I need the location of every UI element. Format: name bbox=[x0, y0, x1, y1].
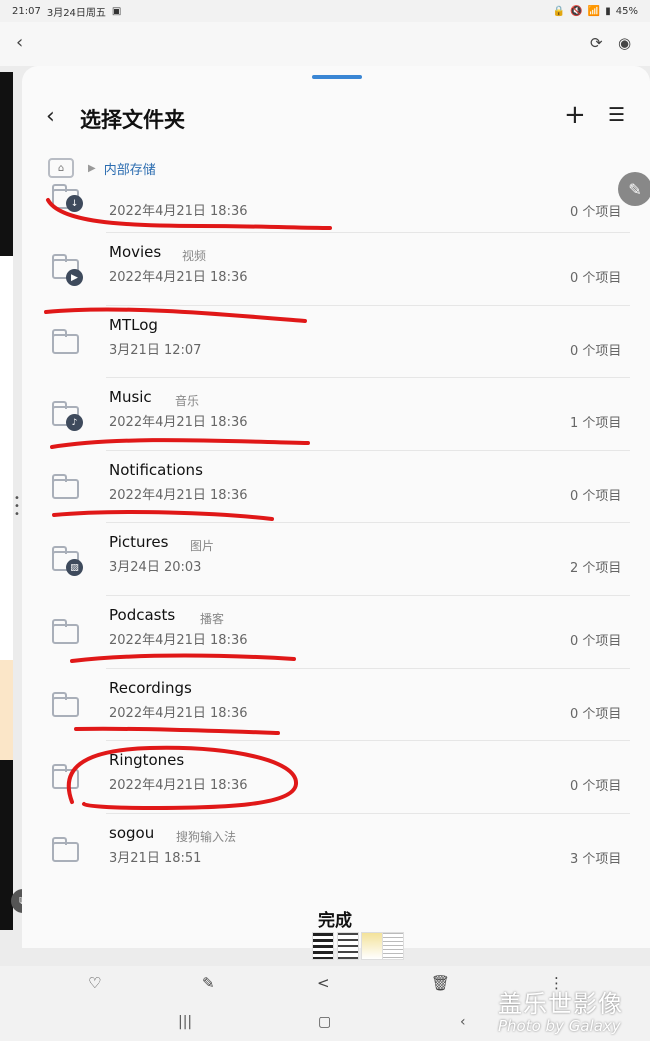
thumbnail[interactable] bbox=[312, 932, 334, 960]
list-item[interactable]: ▶ Movies 视频 2022年4月21日 18:36 0 个项目 bbox=[22, 233, 650, 306]
folder-count: 0 个项目 bbox=[570, 343, 622, 359]
thumbnail[interactable] bbox=[361, 932, 383, 960]
watermark-sub: Photo by Galaxy bbox=[498, 1017, 621, 1035]
done-button[interactable]: 完成 bbox=[318, 906, 352, 931]
folder-icon bbox=[52, 764, 79, 790]
thumbnail[interactable] bbox=[382, 932, 404, 960]
folder-date: 3月21日 12:07 bbox=[109, 342, 202, 358]
folder-icon bbox=[52, 473, 79, 499]
lock-icon: 🔒 bbox=[552, 5, 566, 17]
download-icon: ↓ bbox=[66, 195, 83, 212]
folder-name: MTLog bbox=[109, 315, 158, 334]
heart-icon[interactable]: ♡ bbox=[88, 974, 101, 992]
list-item[interactable]: ▨ Pictures 图片 3月24日 20:03 2 个项目 bbox=[22, 523, 650, 596]
folder-name: Music bbox=[109, 388, 152, 407]
folder-name: sogou bbox=[109, 823, 155, 842]
watermark-main: 盖乐世影像 bbox=[498, 990, 623, 1018]
folder-name: Ringtones bbox=[109, 751, 185, 770]
pencil-icon[interactable]: ✎ bbox=[202, 974, 215, 992]
notification-icon: ▣ bbox=[111, 5, 122, 17]
play-icon: ▶ bbox=[66, 269, 83, 286]
folder-name: Movies bbox=[109, 243, 162, 261]
background-strip bbox=[0, 660, 13, 760]
list-item[interactable]: ♪ Music 音乐 2022年4月21日 18:36 1 个项目 bbox=[22, 378, 650, 451]
list-item[interactable]: MTLog 3月21日 12:07 0 个项目 bbox=[22, 306, 650, 379]
folder-count: 1 个项目 bbox=[570, 416, 622, 432]
trash-icon[interactable]: 🗑 bbox=[431, 974, 450, 992]
folder-icon bbox=[52, 618, 79, 644]
list-item[interactable]: Recordings 2022年4月21日 18:36 0 个项目 bbox=[22, 669, 650, 742]
folder-icon bbox=[52, 836, 79, 862]
folder-name: Recordings bbox=[109, 678, 192, 697]
folder-count: 2 个项目 bbox=[570, 561, 622, 577]
sync-icon[interactable]: ⟳ bbox=[590, 34, 603, 52]
page-title: 选择文件夹 bbox=[80, 108, 185, 132]
list-item[interactable]: Ringtones 2022年4月21日 18:36 0 个项目 bbox=[22, 741, 650, 814]
folder-date: 3月24日 20:03 bbox=[109, 560, 202, 576]
folder-name: Pictures bbox=[109, 533, 169, 552]
folder-subtitle: 播客 bbox=[200, 611, 225, 626]
breadcrumb: ⌂ ▶ 内部存储 bbox=[48, 158, 156, 178]
folder-icon bbox=[52, 691, 79, 717]
edge-handle[interactable]: • • • bbox=[14, 494, 20, 520]
folder-name: Notifications bbox=[109, 460, 203, 479]
thumbnail-strip[interactable] bbox=[312, 932, 404, 960]
folder-date: 2022年4月21日 18:36 bbox=[109, 270, 248, 285]
thumbnail[interactable] bbox=[337, 932, 359, 960]
folder-count: 0 个项目 bbox=[570, 706, 622, 722]
folder-count: 0 个项目 bbox=[570, 779, 622, 795]
list-item[interactable]: sogou 搜狗输入法 3月21日 18:51 3 个项目 bbox=[22, 814, 650, 887]
home-icon[interactable]: ⌂ bbox=[48, 158, 74, 178]
share-icon[interactable]: < bbox=[317, 974, 330, 992]
back-icon[interactable]: ‹ bbox=[460, 1014, 466, 1030]
mute-icon: 🔇 bbox=[570, 5, 583, 17]
recents-icon[interactable]: ||| bbox=[178, 1014, 192, 1030]
folder-date: 2022年4月21日 18:36 bbox=[109, 778, 248, 794]
list-item[interactable]: Podcasts 播客 2022年4月21日 18:36 0 个项目 bbox=[22, 596, 650, 669]
folder-date: 2022年4月21日 18:36 bbox=[109, 415, 248, 431]
image-icon: ▨ bbox=[66, 559, 83, 577]
folder-date: 2022年4月21日 18:36 bbox=[109, 632, 248, 648]
folder-subtitle: 音乐 bbox=[175, 394, 200, 409]
folder-date: 2022年4月21日 18:36 bbox=[109, 705, 248, 721]
chevron-right-icon: ▶ bbox=[88, 162, 96, 174]
status-date: 3月24日周五 bbox=[46, 7, 106, 19]
battery-icon: ▮ bbox=[605, 5, 611, 17]
folder-picker-sheet: ‹ 选择文件夹 + ☰ ⌂ ▶ 内部存储 ✎ ↓ 2022年4月21日 18:3… bbox=[22, 66, 650, 960]
list-item[interactable]: ↓ 2022年4月21日 18:36 0 个项目 bbox=[22, 184, 650, 233]
folder-date: 2022年4月21日 18:36 bbox=[109, 487, 248, 503]
folder-subtitle: 视频 bbox=[182, 249, 207, 263]
watermark: 盖乐世影像 Photo by Galaxy bbox=[498, 984, 623, 1035]
folder-list: ↓ 2022年4月21日 18:36 0 个项目 ▶ Movies 视频 202… bbox=[22, 184, 650, 887]
breadcrumb-internal-storage[interactable]: 内部存储 bbox=[104, 159, 156, 178]
viewer-back-icon[interactable]: ‹ bbox=[16, 32, 23, 53]
folder-subtitle: 搜狗输入法 bbox=[176, 829, 237, 844]
battery-level: 45% bbox=[615, 5, 638, 17]
sheet-handle[interactable] bbox=[312, 75, 362, 79]
sort-icon[interactable]: ☰ bbox=[608, 104, 625, 126]
folder-subtitle: 图片 bbox=[190, 539, 215, 554]
folder-icon bbox=[52, 328, 79, 354]
wifi-icon: 📶 bbox=[587, 5, 601, 17]
list-item[interactable]: Notifications 2022年4月21日 18:36 0 个项目 bbox=[22, 451, 650, 524]
folder-date: 3月21日 18:51 bbox=[109, 850, 202, 866]
home-icon[interactable]: ▢ bbox=[318, 1014, 331, 1030]
folder-count: 0 个项目 bbox=[570, 205, 622, 220]
status-time: 21:07 bbox=[12, 5, 41, 17]
status-bar: 21:07 3月24日周五 ▣ 🔒 🔇 📶 ▮ 45% bbox=[0, 0, 650, 22]
folder-name: Podcasts bbox=[109, 605, 176, 624]
folder-count: 3 个项目 bbox=[570, 851, 622, 867]
folder-date: 2022年4月21日 18:36 bbox=[109, 204, 248, 219]
folder-count: 0 个项目 bbox=[570, 271, 622, 286]
eye-icon[interactable]: ◉ bbox=[618, 34, 631, 52]
viewer-top-bar: ‹ ⟳ ◉ bbox=[0, 22, 650, 66]
plus-icon[interactable]: + bbox=[564, 100, 586, 130]
back-icon[interactable]: ‹ bbox=[46, 104, 55, 129]
folder-count: 0 个项目 bbox=[570, 488, 622, 504]
folder-count: 0 个项目 bbox=[570, 633, 622, 649]
music-note-icon: ♪ bbox=[66, 414, 83, 432]
background-strip bbox=[0, 72, 13, 257]
